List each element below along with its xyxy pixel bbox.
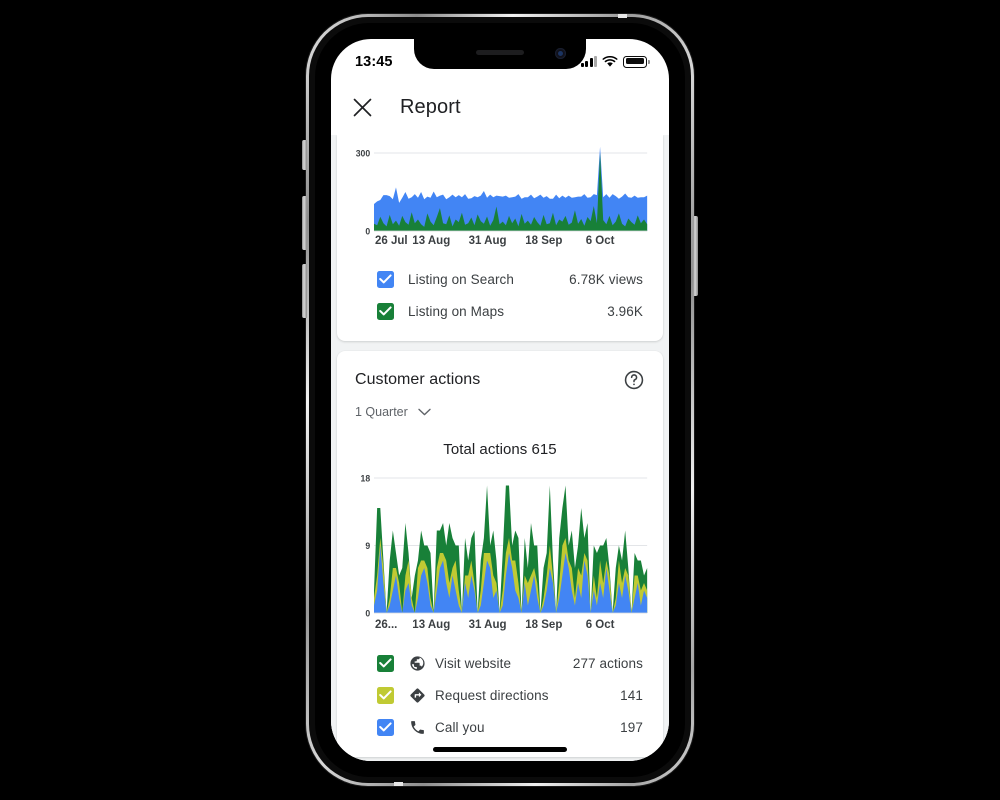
volume-down-button[interactable] [302, 264, 307, 318]
wifi-icon [602, 55, 618, 67]
legend-label: Listing on Maps [408, 303, 505, 319]
area-series [374, 146, 648, 231]
legend-row[interactable]: Request directions 141 [337, 679, 663, 711]
y-tick-label: 9 [365, 541, 370, 551]
legend-row[interactable]: Listing on Maps 3.96K [337, 295, 663, 327]
views-chart-wrap: 0 300 26 Jul 13 Aug 31 Aug 18 Sep 6 Oct [337, 135, 663, 255]
silent-switch[interactable] [302, 140, 307, 170]
earpiece-speaker-icon [476, 50, 524, 55]
close-icon[interactable] [349, 94, 375, 120]
antenna-line-top [618, 14, 627, 18]
phone-icon [408, 718, 426, 736]
views-chart-svg: 0 300 [356, 146, 651, 235]
legend-checkbox[interactable] [377, 686, 394, 704]
home-indicator [433, 747, 567, 752]
battery-icon [623, 55, 650, 68]
x-tick-label: 31 Aug [468, 619, 507, 631]
legend-row[interactable]: Call you 197 [337, 711, 663, 743]
legend-value: 197 [620, 719, 643, 735]
x-tick-label: 13 Aug [412, 235, 451, 247]
actions-chart: 0 9 18 [349, 464, 651, 619]
customer-actions-header: Customer actions [337, 351, 663, 391]
legend-value: 3.96K [607, 303, 643, 319]
globe-icon [408, 654, 426, 672]
legend-value: 6.78K views [569, 271, 643, 287]
phone-frame: 13:45 Report 0 300 26 Jul 13 Aug 31 Aug … [306, 14, 694, 786]
actions-chart-svg: 0 9 18 [361, 473, 651, 619]
legend-label: Call you [435, 719, 485, 735]
legend-value: 141 [620, 687, 643, 703]
directions-icon [408, 686, 426, 704]
total-actions-label: Total actions 615 [443, 441, 557, 458]
antenna-line-bottom [394, 782, 403, 786]
legend-checkbox[interactable] [377, 654, 394, 672]
screenshot-root: 13:45 Report 0 300 26 Jul 13 Aug 31 Aug … [0, 0, 1000, 800]
x-tick-label: 18 Sep [525, 619, 563, 631]
views-chart: 0 300 [349, 135, 651, 235]
front-camera-icon [555, 48, 566, 59]
x-tick-label: 6 Oct [585, 235, 615, 247]
customer-actions-card: Customer actions 1 Quarter Total actions… [337, 351, 663, 757]
views-card: 0 300 26 Jul 13 Aug 31 Aug 18 Sep 6 Oct Listi… [337, 135, 663, 341]
notch [414, 39, 586, 69]
legend-label: Visit website [435, 655, 512, 671]
period-selector[interactable]: 1 Quarter [337, 391, 663, 419]
legend-row[interactable]: Listing on Search 6.78K views [337, 263, 663, 295]
page-title: Report [400, 95, 461, 118]
legend-checkbox[interactable] [377, 270, 394, 288]
x-tick-label: 26... [375, 619, 398, 631]
x-tick-label: 13 Aug [412, 619, 451, 631]
views-legend: Listing on Search 6.78K views Listing on M… [337, 255, 663, 341]
y-tick-label: 0 [365, 608, 370, 618]
x-tick-label: 18 Sep [525, 235, 563, 247]
y-tick-label: 18 [361, 473, 371, 483]
period-label: 1 Quarter [355, 405, 408, 419]
scroll-content[interactable]: 0 300 26 Jul 13 Aug 31 Aug 18 Sep 6 Oct Listi… [331, 135, 669, 761]
phone-screen: 13:45 Report 0 300 26 Jul 13 Aug 31 Aug … [331, 39, 669, 761]
x-tick-label: 31 Aug [468, 235, 507, 247]
actions-chart-wrap: 0 9 18 26... 13 Aug 31 Aug 18 Sep 6 Oct [337, 464, 663, 639]
actions-legend: Visit website 277 actions Request directio… [337, 639, 663, 757]
legend-checkbox[interactable] [377, 302, 394, 320]
chevron-down-icon [418, 408, 431, 416]
status-time: 13:45 [355, 53, 393, 70]
power-button[interactable] [693, 216, 698, 296]
legend-row[interactable]: Visit website 277 actions [337, 647, 663, 679]
x-tick-label: 6 Oct [585, 619, 615, 631]
legend-label: Listing on Search [408, 271, 515, 287]
legend-value: 277 actions [572, 655, 643, 671]
section-title: Customer actions [355, 371, 481, 388]
app-header: Report [331, 79, 669, 135]
x-tick-label: 26 Jul [375, 235, 408, 247]
views-chart-x-axis: 26 Jul 13 Aug 31 Aug 18 Sep 6 Oct [375, 235, 647, 255]
status-icons [580, 51, 650, 68]
y-tick-label: 300 [356, 148, 371, 158]
legend-checkbox[interactable] [377, 718, 394, 736]
help-circle-icon[interactable] [623, 369, 645, 391]
legend-label: Request directions [435, 687, 549, 703]
volume-up-button[interactable] [302, 196, 307, 250]
y-tick-label: 0 [365, 226, 370, 235]
actions-chart-x-axis: 26... 13 Aug 31 Aug 18 Sep 6 Oct [375, 619, 647, 639]
